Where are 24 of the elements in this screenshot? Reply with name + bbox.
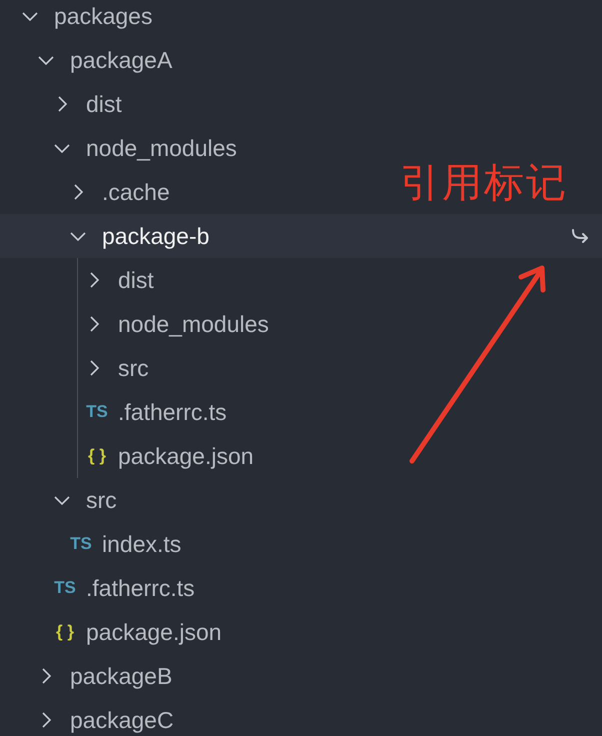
tree-row[interactable]: package-b [0,214,602,258]
file-name[interactable]: dist [118,266,154,294]
file-name[interactable]: node_modules [86,134,237,162]
file-name[interactable]: src [118,354,149,382]
file-name[interactable]: packageB [70,662,172,690]
file-name[interactable]: node_modules [118,310,269,338]
file-type-icon: TS [81,402,113,422]
file-type-icon: { } [81,446,113,466]
file-name[interactable]: packageA [70,46,172,74]
file-name[interactable]: src [86,486,117,514]
file-name[interactable]: .fatherrc.ts [118,398,227,426]
annotation-label: 引用标记 [400,159,568,208]
file-name[interactable]: .fatherrc.ts [86,574,195,602]
file-type-icon: { } [49,622,81,642]
file-name[interactable]: index.ts [102,530,182,558]
file-type-icon: TS [65,534,97,554]
file-name[interactable]: packages [54,2,152,30]
file-name[interactable]: package.json [118,442,254,470]
file-name[interactable]: dist [86,90,122,118]
file-type-icon: TS [49,578,81,598]
file-name[interactable]: .cache [102,178,170,206]
file-name: package-b [102,222,210,250]
file-name[interactable]: package.json [86,618,222,646]
file-name[interactable]: packageC [70,706,174,734]
